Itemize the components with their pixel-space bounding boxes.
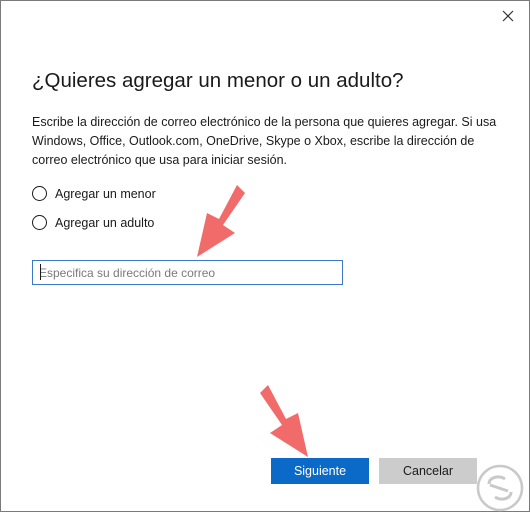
- radio-button-minor[interactable]: [32, 186, 47, 201]
- close-button[interactable]: [493, 4, 523, 28]
- radio-add-adult[interactable]: Agregar un adulto: [32, 215, 154, 230]
- solvetic-logo: [476, 464, 524, 512]
- close-icon: [502, 10, 514, 22]
- title-bar: [1, 1, 529, 31]
- text-caret: [40, 264, 41, 280]
- red-arrow-icon: [197, 185, 245, 257]
- dialog-description: Escribe la dirección de correo electróni…: [32, 115, 497, 167]
- radio-label-adult: Agregar un adulto: [55, 215, 155, 230]
- add-user-dialog: ¿Quieres agregar un menor o un adulto? E…: [0, 0, 530, 512]
- email-input[interactable]: [32, 260, 343, 285]
- next-button[interactable]: Siguiente: [271, 458, 369, 484]
- dialog-title: ¿Quieres agregar un menor o un adulto?: [32, 69, 404, 92]
- cancel-button[interactable]: Cancelar: [379, 458, 477, 484]
- radio-add-minor[interactable]: Agregar un menor: [32, 186, 156, 201]
- radio-button-adult[interactable]: [32, 215, 47, 230]
- red-arrow-icon: [260, 385, 308, 457]
- radio-label-minor: Agregar un menor: [55, 186, 156, 201]
